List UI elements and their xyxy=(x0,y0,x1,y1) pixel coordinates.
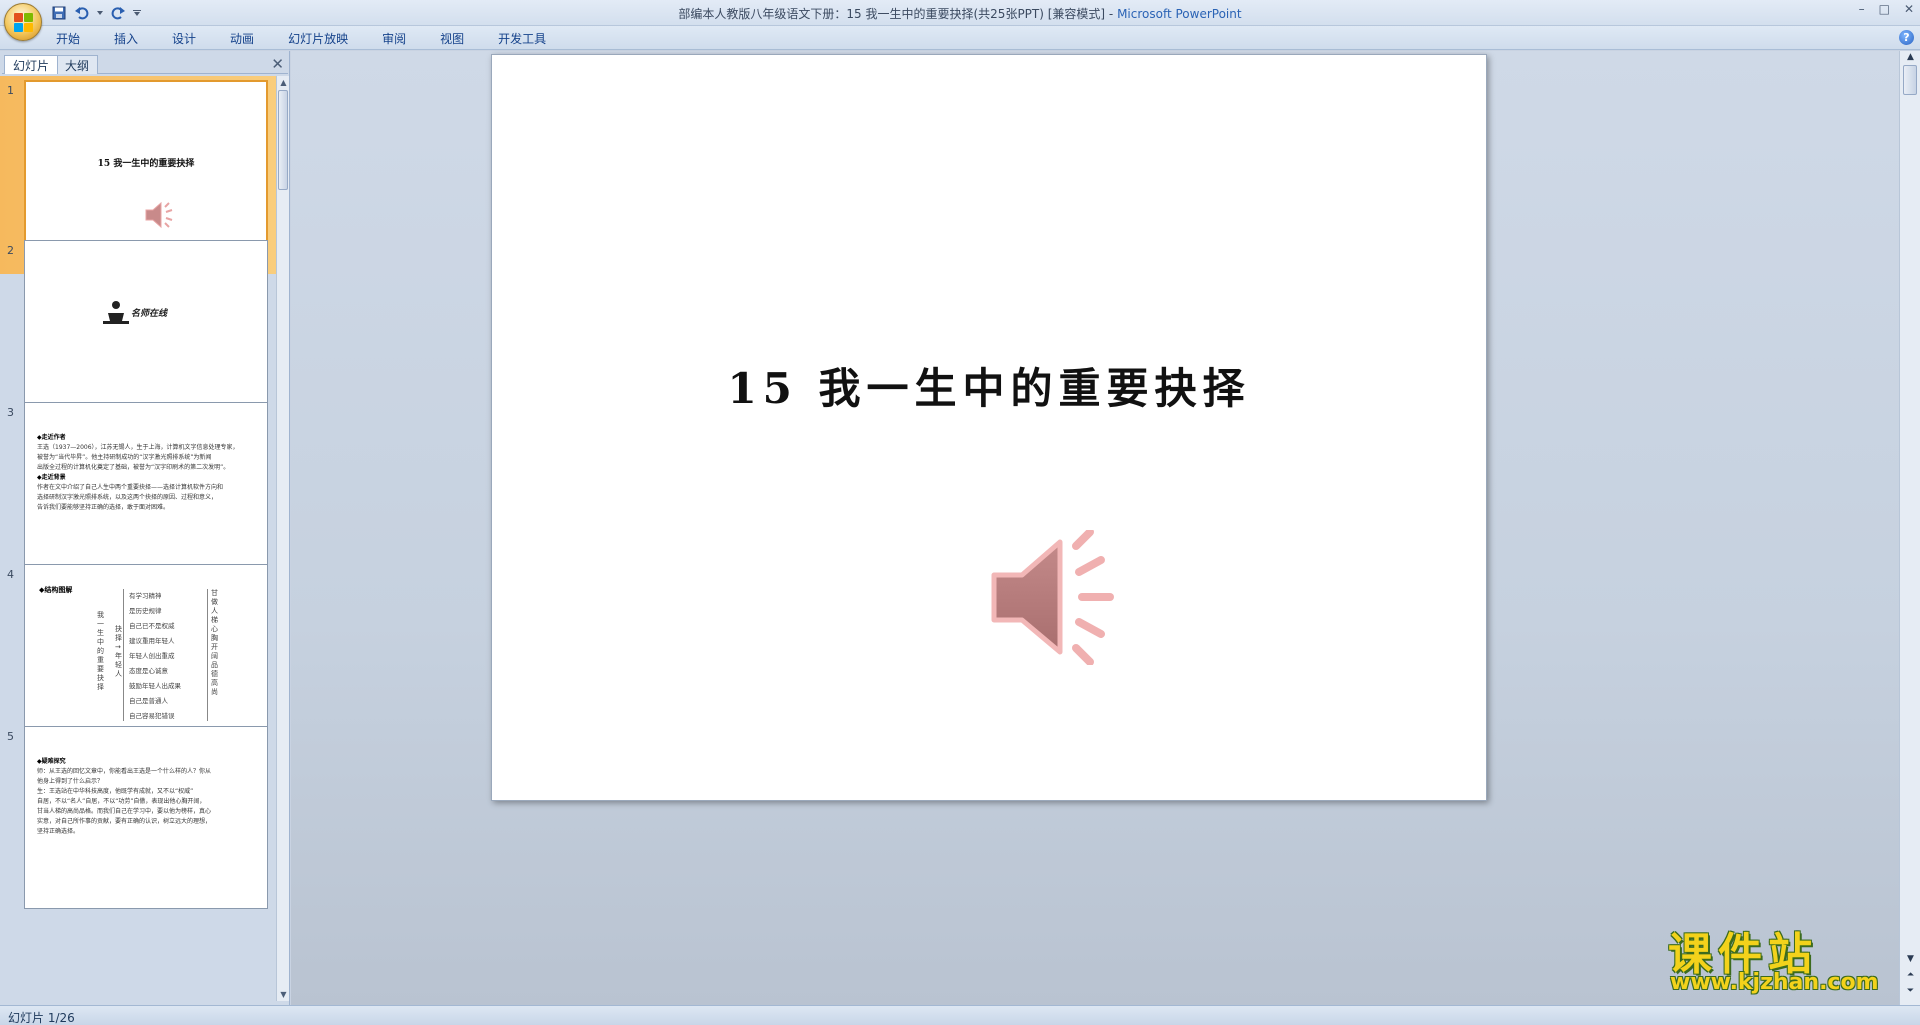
document-title: 部编本人教版八年级语文下册：15 我一生中的重要抉择(共25张PPT) [兼容模… xyxy=(678,7,1118,21)
panel-tabs: 幻灯片 大纲 ✕ xyxy=(2,53,288,74)
scroll-down-icon[interactable]: ▼ xyxy=(277,988,290,1001)
text-line: 他身上得到了什么启示？ xyxy=(37,778,104,785)
thumbnail-heading: ◆结构图解 xyxy=(39,586,73,594)
thumbnail-number: 3 xyxy=(7,406,14,419)
window-title: 部编本人教版八年级语文下册：15 我一生中的重要抉择(共25张PPT) [兼容模… xyxy=(0,5,1920,22)
thumbnail-slide-3[interactable]: ◆走近作者 王选（1937—2006），江苏无锡人，生于上海，计算机文字信息处理… xyxy=(24,402,268,585)
maximize-button[interactable]: □ xyxy=(1879,2,1890,16)
structure-items: 有学习精神 是历史规律 自己已不是权威 建议重用年轻人 年轻人创出重成 态度是心… xyxy=(129,589,181,724)
structure-right: 甘做人梯 心胸开阔 品德高尚 xyxy=(211,589,218,696)
text-line: 坚持正确选择。 xyxy=(37,828,80,835)
slide-editor: 15 我一生中的重要抉择 xyxy=(291,51,1899,1005)
watermark: 课件站 www.kjzhan.com xyxy=(1660,918,1900,998)
app-name: Microsoft PowerPoint xyxy=(1117,7,1242,21)
text-line: ◆走近作者 xyxy=(37,434,66,441)
text-line: 师：从王选的回忆文章中，你能看出王选是一个什么样的人？你从 xyxy=(37,768,212,775)
minimize-button[interactable]: – xyxy=(1859,2,1865,16)
close-button[interactable]: ✕ xyxy=(1904,2,1914,16)
speaker-icon xyxy=(144,200,180,233)
office-logo-icon xyxy=(14,13,34,33)
structure-item: 自己已不是权威 xyxy=(129,622,175,630)
panel-close-icon[interactable]: ✕ xyxy=(271,55,284,73)
text-line: 甘当人梯的高尚品格。而我们自己在学习中，要以他为榜样，真心 xyxy=(37,808,212,815)
text-line: 被誉为“当代毕昇”。他主持研制成功的“汉字激光照排系统”为新闻 xyxy=(37,454,212,461)
structure-item: 鼓励年轻人出成果 xyxy=(129,682,181,690)
text-line: ◆走近背景 xyxy=(37,474,66,481)
structure-item: 年轻人创出重成 xyxy=(129,652,175,660)
text-line: 自居，不以“名人”自居，不以“功劳”自傲，表现出他心胸开阔， xyxy=(37,798,206,805)
text-line: ◆疑难探究 xyxy=(37,758,66,765)
teacher-icon xyxy=(103,301,129,324)
text-line: 实意，对自己所作事的贡献，要有正确的认识，树立远大的理想， xyxy=(37,818,212,825)
text-line: 选择研制汉字激光照排系统，以及这两个抉择的原因、过程和意义， xyxy=(37,494,218,501)
tab-outline[interactable]: 大纲 xyxy=(56,55,99,74)
scroll-thumb[interactable] xyxy=(1903,65,1917,95)
tab-slides[interactable]: 幻灯片 xyxy=(4,55,59,74)
text-line: 作者在文中介绍了自己人生中两个重要抉择——选择计算机软件方向和 xyxy=(37,484,224,491)
thumbnail-slide-5[interactable]: ◆疑难探究 师：从王选的回忆文章中，你能看出王选是一个什么样的人？你从 他身上得… xyxy=(24,726,268,909)
thumbnail-text: ◆走近作者 王选（1937—2006），江苏无锡人，生于上海，计算机文字信息处理… xyxy=(37,433,257,513)
text-line: 告诉我们要能够坚持正确的选择，敢于面对困难。 xyxy=(37,504,170,511)
text-line: 王选（1937—2006），江苏无锡人，生于上海，计算机文字信息处理专家， xyxy=(37,444,239,451)
thumbnail-list: 1 15 我一生中的重要抉择 2 名师在线 3 ◆走近作者 王选（1937—20… xyxy=(0,76,276,1001)
thumbnail-text: ◆疑难探究 师：从王选的回忆文章中，你能看出王选是一个什么样的人？你从 他身上得… xyxy=(37,757,257,837)
panel-scrollbar[interactable]: ▲ ▼ xyxy=(276,76,289,1001)
current-slide[interactable]: 15 我一生中的重要抉择 xyxy=(491,54,1487,801)
help-icon[interactable]: ? xyxy=(1899,30,1914,45)
scroll-up-icon[interactable]: ▲ xyxy=(277,76,290,89)
scroll-up-icon[interactable]: ▲ xyxy=(1904,51,1917,63)
bracket-line xyxy=(207,589,208,721)
watermark-url: www.kjzhan.com xyxy=(1670,970,1879,995)
scroll-down-icon[interactable]: ▼ xyxy=(1904,953,1917,965)
thumbnail-item[interactable]: 5 ◆疑难探究 师：从王选的回忆文章中，你能看出王选是一个什么样的人？你从 他身… xyxy=(0,722,276,920)
tab-developer[interactable]: 开发工具 xyxy=(494,30,550,47)
tab-animations[interactable]: 动画 xyxy=(226,30,258,47)
structure-item: 态度是心诚意 xyxy=(129,667,168,675)
structure-item: 建议重用年轻人 xyxy=(129,637,175,645)
slides-panel: 幻灯片 大纲 ✕ 1 15 我一生中的重要抉择 2 名师在线 3 ◆走近作者 王… xyxy=(0,51,290,1005)
structure-mid: 抉择→年轻人 xyxy=(115,625,122,678)
structure-item: 是历史规律 xyxy=(129,607,162,615)
tab-review[interactable]: 审阅 xyxy=(378,30,410,47)
logo-text: 名师在线 xyxy=(131,309,168,319)
thumbnail-number: 1 xyxy=(7,84,14,97)
tab-home[interactable]: 开始 xyxy=(52,30,84,47)
structure-item: 有学习精神 xyxy=(129,592,162,600)
structure-left: 我一生中的重要抉择 xyxy=(97,611,104,691)
scroll-thumb[interactable] xyxy=(278,90,288,190)
speaker-icon[interactable] xyxy=(982,528,1132,668)
previous-slide-icon[interactable]: ⏶ xyxy=(1904,969,1917,981)
status-bar: 幻灯片 1/26 xyxy=(0,1005,1920,1025)
thumbnail-number: 2 xyxy=(7,244,14,257)
text-line: 出版全过程的计算机化奠定了基础，被誉为“汉字印刷术的第二次发明”。 xyxy=(37,464,230,471)
thumbnail-title: 15 我一生中的重要抉择 xyxy=(97,159,195,169)
tab-design[interactable]: 设计 xyxy=(168,30,200,47)
thumbnail-slide-2[interactable]: 名师在线 xyxy=(24,240,268,423)
tab-view[interactable]: 视图 xyxy=(436,30,468,47)
ribbon: 开始 插入 设计 动画 幻灯片放映 审阅 视图 开发工具 ? xyxy=(0,26,1920,50)
office-button[interactable] xyxy=(4,3,42,41)
slide-title[interactable]: 15 我一生中的重要抉择 xyxy=(492,355,1486,416)
thumbnail-slide-4[interactable]: ◆结构图解 我一生中的重要抉择 抉择→年轻人 有学习精神 是历史规律 自己已不是… xyxy=(24,564,268,747)
editor-scrollbar[interactable]: ▲ ▼ ⏶ ⏷ xyxy=(1899,51,1920,1005)
slide-indicator: 幻灯片 1/26 xyxy=(8,1011,75,1025)
teacher-logo: 名师在线 xyxy=(103,299,173,325)
next-slide-icon[interactable]: ⏷ xyxy=(1904,985,1917,997)
tab-slideshow[interactable]: 幻灯片放映 xyxy=(284,30,352,47)
title-bar: 部编本人教版八年级语文下册：15 我一生中的重要抉择(共25张PPT) [兼容模… xyxy=(0,0,1920,41)
window-controls: – □ ✕ xyxy=(1859,2,1914,16)
structure-item: 自己是普通人 xyxy=(129,697,168,705)
thumbnail-number: 4 xyxy=(7,568,14,581)
text-line: 生：王选站在中华科技高度，他既学有成就，又不以“权威” xyxy=(37,788,194,795)
bracket-line xyxy=(123,589,124,721)
ribbon-tabs: 开始 插入 设计 动画 幻灯片放映 审阅 视图 开发工具 xyxy=(52,30,550,47)
thumbnail-number: 5 xyxy=(7,730,14,743)
tab-insert[interactable]: 插入 xyxy=(110,30,142,47)
